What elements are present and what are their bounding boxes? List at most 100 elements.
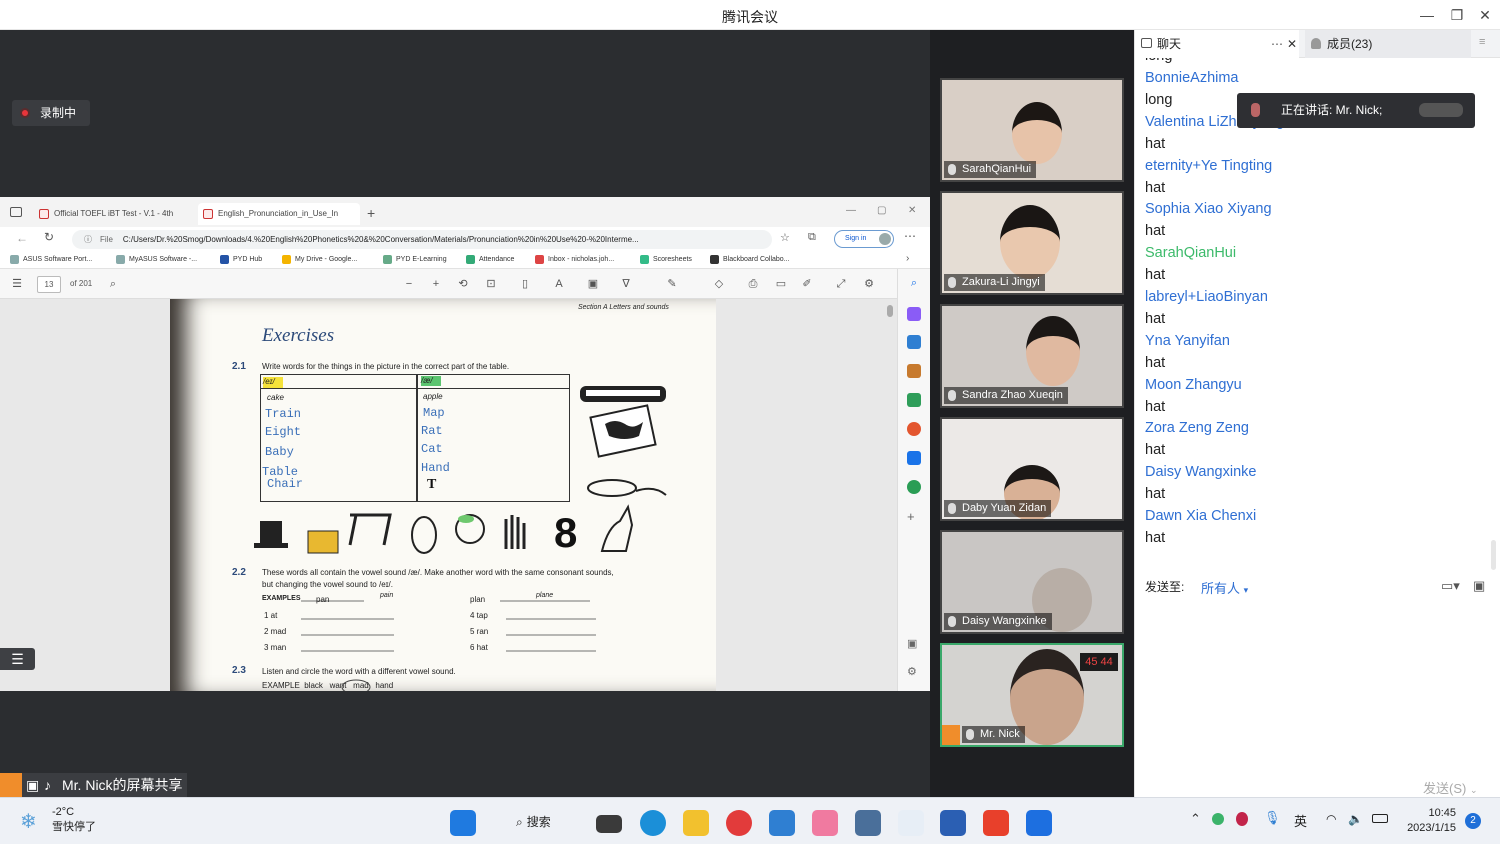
bookmark-item[interactable]: MyASUS Software -... — [116, 254, 197, 266]
pdf-page[interactable]: 8 Section A Letters and sounds Exercises… — [170, 299, 716, 691]
draw-icon[interactable]: ∇ — [619, 277, 633, 291]
immersive-icon[interactable]: ▣ — [586, 277, 600, 291]
toolbox-icon[interactable] — [907, 364, 921, 378]
menu-icon[interactable]: ≡ — [1479, 36, 1485, 48]
bilibili-icon[interactable] — [812, 810, 838, 836]
outlook-icon[interactable] — [907, 451, 921, 465]
read-aloud-icon[interactable]: A — [552, 277, 566, 291]
fullscreen-icon[interactable]: ⤢ — [834, 277, 848, 291]
bookmark-item[interactable]: PYD Hub — [220, 254, 262, 266]
tencent-meeting-icon[interactable] — [1026, 810, 1052, 836]
task-view-icon[interactable] — [596, 815, 622, 833]
refresh-icon[interactable]: ↻ — [44, 230, 54, 244]
screenshot-icon[interactable]: ▣ — [1473, 578, 1485, 594]
taskbar-search[interactable]: ⌕ 搜索 — [502, 809, 580, 835]
battery-icon[interactable] — [1372, 814, 1388, 823]
bookmark-item[interactable]: Inbox - nicholas.joh... — [535, 254, 614, 266]
weather-widget[interactable]: -2°C 雪快停了 — [52, 805, 96, 835]
file-icon[interactable]: ▭▾ — [1441, 578, 1460, 594]
bookmark-item[interactable]: My Drive - Google... — [282, 254, 357, 266]
tree-icon[interactable] — [907, 480, 921, 494]
zoom-out-icon[interactable]: − — [402, 277, 416, 291]
maximize-button[interactable]: ❐ — [1445, 4, 1469, 26]
explorer-icon[interactable] — [683, 810, 709, 836]
chevron-up-icon[interactable]: ⌃ — [1190, 811, 1201, 827]
video-tile[interactable]: Daby Yuan Zidan — [940, 417, 1124, 521]
taskbar-clock[interactable]: 10:45 2023/1/15 — [1396, 806, 1456, 836]
new-tab-button[interactable]: + — [367, 205, 375, 221]
video-tile[interactable]: Zakura-Li Jingyi — [940, 191, 1124, 295]
bookmark-item[interactable]: Scoresheets — [640, 254, 692, 266]
ime-indicator[interactable]: 英 — [1294, 811, 1307, 830]
bookmark-item[interactable]: Attendance — [466, 254, 514, 266]
close-icon[interactable]: ✕ — [1287, 30, 1297, 58]
save-icon[interactable]: ▭ — [774, 277, 788, 291]
wifi-icon[interactable]: ◠ — [1326, 812, 1336, 826]
toolbar-toggle-button[interactable]: ☰ — [0, 648, 35, 670]
qq-icon[interactable] — [1236, 812, 1248, 826]
rotate-icon[interactable]: ⟲ — [456, 277, 470, 291]
print-icon[interactable]: ⎙ — [746, 277, 760, 291]
browser-minimize-icon[interactable]: — — [846, 205, 856, 216]
tab-actions-icon[interactable] — [10, 207, 22, 217]
close-button[interactable]: ✕ — [1473, 4, 1497, 26]
tab-toefl[interactable]: Official TOEFL iBT Test - V.1 - 4th — [34, 203, 194, 225]
address-bar[interactable]: ⓘ File C:/Users/Dr.%20Smog/Downloads/4.%20… — [72, 230, 772, 249]
chevron-right-icon[interactable]: › — [906, 253, 909, 264]
chat-scrollbar[interactable] — [1491, 540, 1496, 570]
video-tile-active[interactable]: 45 44 Mr. Nick — [940, 643, 1124, 747]
browser-maximize-icon[interactable]: ▢ — [877, 205, 886, 216]
back-icon[interactable]: ← — [16, 231, 28, 245]
bookmark-item[interactable]: PYD E-Learning — [383, 254, 447, 266]
netease-music-icon[interactable] — [726, 810, 752, 836]
recipient-dropdown[interactable]: 所有人 ▾ — [1201, 578, 1248, 597]
save-as-icon[interactable]: ✐ — [800, 277, 814, 291]
mic-icon[interactable]: 🎙 — [1264, 810, 1281, 826]
browser-close-icon[interactable]: ✕ — [908, 205, 916, 216]
games-icon[interactable] — [907, 393, 921, 407]
page-number-input[interactable]: 13 — [37, 276, 61, 293]
page-view-icon[interactable]: ▯ — [518, 277, 532, 291]
notification-badge[interactable]: 2 — [1465, 813, 1481, 829]
sparkle-icon[interactable] — [907, 307, 921, 321]
add-icon[interactable]: + — [907, 509, 915, 524]
office-icon[interactable] — [907, 422, 921, 436]
contents-icon[interactable]: ☰ — [10, 277, 24, 291]
chat-messages[interactable]: long BonnieAzhima long Valentina LiZheny… — [1135, 58, 1500, 578]
search-icon[interactable]: ⌕ — [106, 277, 120, 291]
more-icon[interactable]: ⋯ — [904, 229, 916, 243]
wechat-icon[interactable] — [1212, 813, 1224, 825]
fit-page-icon[interactable]: ⊡ — [484, 277, 498, 291]
tab-members[interactable]: 成员(23) — [1305, 30, 1471, 58]
send-button[interactable]: 发送(S) ⌄ — [1423, 778, 1478, 797]
collections-icon[interactable]: ⧉ — [808, 231, 816, 244]
video-tile[interactable]: SarahQianHui — [940, 78, 1124, 182]
search-icon[interactable]: ⌕ — [907, 277, 921, 291]
video-tile[interactable]: Sandra Zhao Xueqin — [940, 304, 1124, 408]
video-tile[interactable]: Daisy Wangxinke — [940, 530, 1124, 634]
check-icon[interactable] — [769, 810, 795, 836]
bookmark-item[interactable]: ASUS Software Port... — [10, 254, 92, 266]
recording-indicator[interactable]: 录制中 — [12, 100, 90, 126]
settings-icon[interactable]: ⚙ — [862, 277, 876, 291]
word-icon[interactable] — [940, 810, 966, 836]
sign-in-button[interactable]: Sign in — [834, 230, 894, 248]
edge-icon[interactable] — [640, 810, 666, 836]
erase-icon[interactable]: ◇ — [712, 277, 726, 291]
more-icon[interactable]: ⋯ — [1271, 30, 1283, 58]
zoom-in-icon[interactable]: + — [429, 277, 443, 291]
start-icon[interactable] — [450, 810, 476, 836]
minimize-button[interactable]: — — [1415, 4, 1439, 26]
scrollbar-thumb[interactable] — [887, 305, 893, 317]
app-icon[interactable] — [855, 810, 881, 836]
tab-pronunciation[interactable]: English_Pronunciation_in_Use_In — [198, 203, 360, 225]
settings-icon[interactable]: ⚙ — [907, 665, 917, 678]
volume-icon[interactable]: 🔈 — [1348, 812, 1363, 826]
favorite-icon[interactable]: ☆ — [780, 231, 790, 244]
layout-icon[interactable]: ▣ — [907, 637, 917, 650]
python-icon[interactable] — [898, 810, 924, 836]
highlight-icon[interactable]: ✎ — [665, 277, 679, 291]
tab-chat[interactable]: 聊天 ⋯ ✕ — [1135, 30, 1299, 58]
bookmark-item[interactable]: Blackboard Collabo... — [710, 254, 790, 266]
tag-icon[interactable] — [907, 335, 921, 349]
